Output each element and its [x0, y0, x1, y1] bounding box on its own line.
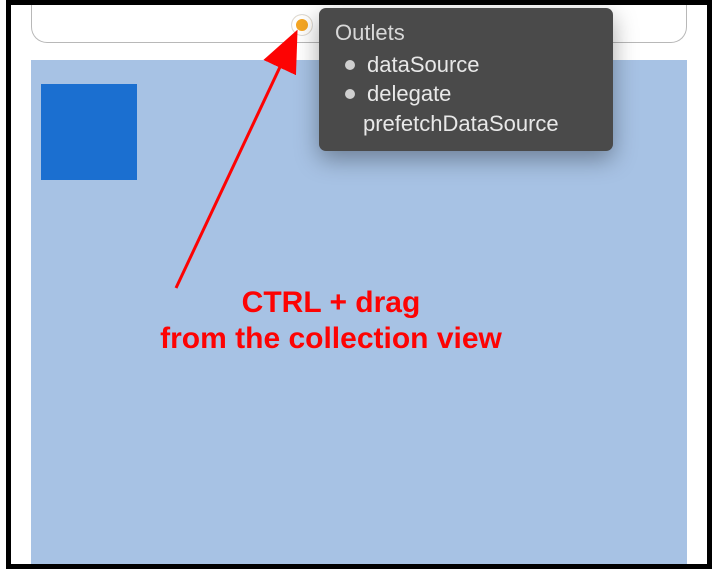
- outlets-popover: Outlets dataSource delegate prefetchData…: [319, 8, 613, 151]
- screenshot-frame: Outlets dataSource delegate prefetchData…: [6, 0, 712, 569]
- outlet-label: prefetchDataSource: [363, 109, 559, 139]
- files-owner-anchor-icon[interactable]: [292, 15, 312, 35]
- outlet-item-datasource[interactable]: dataSource: [335, 50, 597, 80]
- popover-title: Outlets: [335, 18, 597, 48]
- connected-dot-icon: [345, 60, 355, 70]
- outlet-label: dataSource: [367, 50, 480, 80]
- outlet-item-prefetchdatasource[interactable]: prefetchDataSource: [335, 109, 597, 139]
- collection-view-cell[interactable]: [41, 84, 137, 180]
- outlet-label: delegate: [367, 79, 451, 109]
- outlet-item-delegate[interactable]: delegate: [335, 79, 597, 109]
- connected-dot-icon: [345, 89, 355, 99]
